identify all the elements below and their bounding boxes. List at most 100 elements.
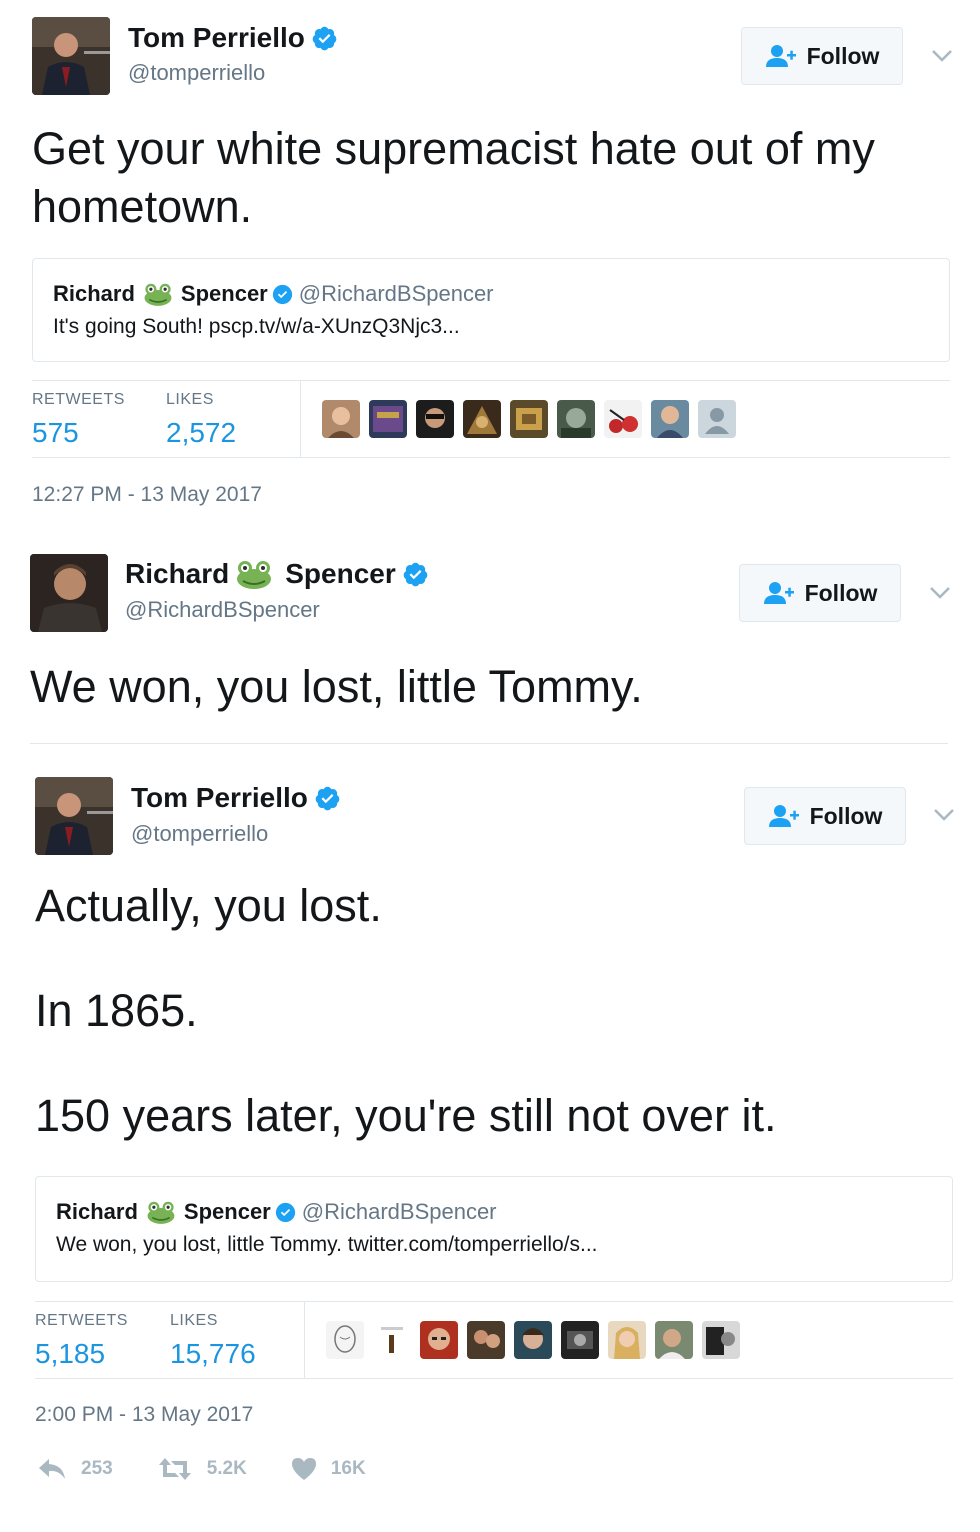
follow-button-label: Follow	[804, 579, 878, 606]
chevron-down-icon[interactable]	[929, 586, 951, 600]
liker-avatar[interactable]	[463, 400, 501, 438]
verified-badge-icon	[315, 786, 340, 810]
quoted-author-first: Richard	[53, 281, 135, 306]
liker-avatar[interactable]	[510, 400, 548, 438]
tweet-actions: 253 5.2K 16K	[37, 1457, 410, 1481]
liker-avatar[interactable]	[514, 1321, 552, 1359]
heart-icon	[291, 1458, 316, 1480]
chevron-down-icon[interactable]	[933, 808, 955, 822]
liker-avatar[interactable]	[322, 400, 360, 438]
quoted-tweet-text: We won, you lost, little Tommy. twitter.…	[56, 1233, 598, 1256]
frog-emoji-icon	[144, 283, 172, 306]
likes-label: LIKES	[170, 1312, 218, 1329]
quoted-author: Richard Spencer @RichardBSpencer	[53, 281, 494, 307]
quoted-author-first: Richard	[56, 1199, 138, 1224]
retweet-action[interactable]: 5.2K	[157, 1457, 247, 1481]
liker-avatar[interactable]	[416, 400, 454, 438]
liker-avatar[interactable]	[369, 400, 407, 438]
liker-avatar[interactable]	[604, 400, 642, 438]
liker-avatar[interactable]	[467, 1321, 505, 1359]
liker-avatars	[326, 1321, 749, 1359]
quoted-tweet[interactable]: Richard Spencer @RichardBSpencer We won,…	[35, 1176, 953, 1282]
liker-avatar[interactable]	[420, 1321, 458, 1359]
verified-badge-icon	[312, 26, 337, 50]
liker-avatar[interactable]	[655, 1321, 693, 1359]
tweet-stats: RETWEETS 575 LIKES 2,572	[32, 380, 950, 458]
liker-avatar[interactable]	[326, 1321, 364, 1359]
author-handle[interactable]: @tomperriello	[131, 821, 268, 847]
liker-avatar[interactable]	[608, 1321, 646, 1359]
author-name[interactable]: Richard Spencer	[125, 558, 429, 590]
quoted-author-handle: @RichardBSpencer	[298, 281, 494, 306]
tweet-3: Tom Perriello @tomperriello Follow Actua…	[0, 760, 980, 1532]
frog-emoji-icon	[237, 561, 272, 589]
tweet-timestamp[interactable]: 12:27 PM - 13 May 2017	[32, 483, 262, 507]
stats-divider	[304, 1302, 305, 1378]
verified-badge-icon	[403, 562, 428, 586]
liker-avatar[interactable]	[561, 1321, 599, 1359]
frog-emoji-icon	[147, 1201, 175, 1224]
quoted-author-last: Spencer	[180, 281, 268, 306]
reply-count: 253	[81, 1458, 113, 1479]
retweets-count[interactable]: 5,185	[35, 1338, 128, 1370]
tweet-text: We won, you lost, little Tommy.	[30, 661, 643, 712]
chevron-down-icon[interactable]	[931, 49, 953, 63]
follow-button-label: Follow	[806, 42, 880, 69]
follow-button[interactable]: Follow	[741, 27, 903, 85]
quoted-tweet-text: It's going South! pscp.tv/w/a-XUnzQ3Njc3…	[53, 315, 460, 338]
likes-label: LIKES	[166, 391, 214, 408]
likes-stat[interactable]: LIKES 15,776	[170, 1312, 256, 1370]
retweets-stat[interactable]: RETWEETS 5,185	[35, 1312, 128, 1370]
avatar-tom-perriello[interactable]	[32, 17, 110, 95]
like-action[interactable]: 16K	[291, 1457, 366, 1481]
author-last-name: Spencer	[285, 558, 396, 589]
author-handle[interactable]: @RichardBSpencer	[125, 597, 320, 623]
follow-button[interactable]: Follow	[739, 564, 901, 622]
liker-avatar[interactable]	[702, 1321, 740, 1359]
retweet-count: 5.2K	[206, 1458, 247, 1479]
follow-button[interactable]: Follow	[744, 787, 906, 845]
retweets-stat[interactable]: RETWEETS 575	[32, 391, 125, 449]
tweet-2: Richard Spencer @RichardBSpencer Follow …	[0, 540, 980, 750]
retweets-label: RETWEETS	[32, 391, 125, 408]
quoted-author: Richard Spencer @RichardBSpencer	[56, 1199, 497, 1225]
follow-person-icon	[768, 805, 799, 827]
tweet-1: Tom Perriello @tomperriello Follow Get y…	[0, 0, 980, 540]
reply-icon	[39, 1459, 65, 1479]
retweets-label: RETWEETS	[35, 1312, 128, 1329]
tweet-text: Actually, you lost. In 1865. 150 years l…	[35, 880, 777, 1141]
author-name[interactable]: Tom Perriello	[128, 22, 338, 54]
verified-badge-icon	[275, 1202, 295, 1222]
stats-divider	[300, 381, 301, 457]
likes-count[interactable]: 2,572	[166, 417, 236, 449]
avatar-richard-spencer[interactable]	[30, 554, 108, 632]
liker-avatar[interactable]	[373, 1321, 411, 1359]
author-name[interactable]: Tom Perriello	[131, 782, 341, 814]
author-first-name: Richard	[125, 558, 230, 589]
likes-stat[interactable]: LIKES 2,572	[166, 391, 236, 449]
tweet-text: Get your white supremacist hate out of m…	[32, 123, 875, 232]
tweet-timestamp[interactable]: 2:00 PM - 13 May 2017	[35, 1403, 253, 1427]
author-display-name: Tom Perriello	[128, 22, 305, 53]
liker-avatar[interactable]	[557, 400, 595, 438]
tweet-stats: RETWEETS 5,185 LIKES 15,776	[35, 1301, 953, 1379]
quoted-author-handle: @RichardBSpencer	[301, 1199, 497, 1224]
liker-avatar[interactable]	[651, 400, 689, 438]
retweets-count[interactable]: 575	[32, 417, 125, 449]
avatar-tom-perriello[interactable]	[35, 777, 113, 855]
likes-count[interactable]: 15,776	[170, 1338, 256, 1370]
verified-badge-icon	[272, 284, 292, 304]
quoted-author-last: Spencer	[183, 1199, 271, 1224]
follow-person-icon	[765, 45, 796, 67]
tweet-separator	[30, 743, 948, 744]
author-handle[interactable]: @tomperriello	[128, 60, 265, 86]
quoted-tweet[interactable]: Richard Spencer @RichardBSpencer It's go…	[32, 258, 950, 362]
liker-avatar[interactable]	[698, 400, 736, 438]
like-count: 16K	[330, 1458, 366, 1479]
liker-avatars	[322, 400, 745, 438]
reply-action[interactable]: 253	[37, 1457, 113, 1481]
follow-button-label: Follow	[809, 802, 883, 829]
follow-person-icon	[763, 582, 794, 604]
retweet-icon	[158, 1458, 191, 1480]
author-display-name: Tom Perriello	[131, 782, 308, 813]
